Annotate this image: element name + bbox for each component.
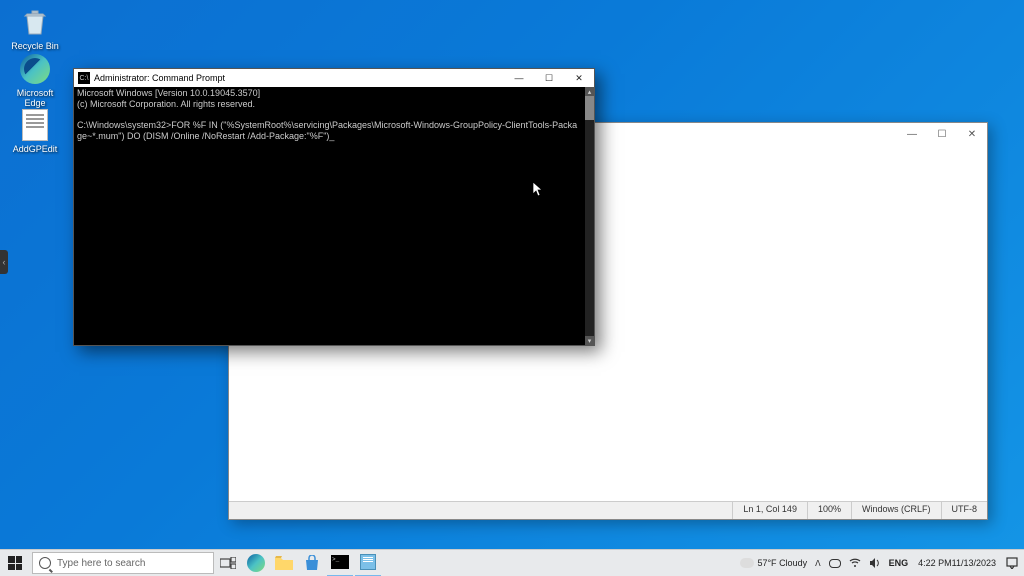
tray-network[interactable] bbox=[845, 550, 865, 576]
desktop-icon-label: Microsoft Edge bbox=[5, 89, 65, 109]
cmd-scrollbar[interactable]: ▴ ▾ bbox=[585, 87, 594, 345]
taskbar-edge[interactable] bbox=[243, 550, 269, 576]
cmd-content-area[interactable]: Microsoft Windows [Version 10.0.19045.35… bbox=[74, 87, 585, 345]
cmd-title: Administrator: Command Prompt bbox=[94, 73, 504, 83]
tray-onedrive[interactable] bbox=[825, 550, 845, 576]
cmd-window[interactable]: C:\ Administrator: Command Prompt — ☐ ✕ … bbox=[73, 68, 595, 346]
wifi-icon bbox=[849, 557, 861, 569]
clock-date: 11/13/2023 bbox=[952, 559, 996, 568]
maximize-button[interactable]: ☐ bbox=[927, 123, 957, 145]
desktop-icon-textfile[interactable]: AddGPEdit bbox=[5, 108, 65, 155]
taskbar-notepad[interactable] bbox=[355, 550, 381, 576]
start-button[interactable] bbox=[0, 550, 30, 576]
cloud-icon bbox=[740, 558, 754, 568]
taskbar-file-explorer[interactable] bbox=[271, 550, 297, 576]
taskbar-cmd[interactable]: >_ bbox=[327, 550, 353, 576]
desktop-icon-edge[interactable]: Microsoft Edge bbox=[5, 52, 65, 109]
weather-widget[interactable]: 57°F Cloudy bbox=[736, 550, 811, 576]
onedrive-icon bbox=[829, 559, 841, 568]
close-button[interactable]: ✕ bbox=[564, 69, 594, 87]
minimize-button[interactable]: — bbox=[897, 123, 927, 145]
scroll-down-button[interactable]: ▾ bbox=[585, 336, 594, 345]
task-view-button[interactable] bbox=[215, 550, 241, 576]
windows-logo-icon bbox=[8, 556, 22, 570]
weather-condition: Cloudy bbox=[779, 558, 807, 568]
cmd-line: (c) Microsoft Corporation. All rights re… bbox=[77, 99, 255, 109]
scroll-up-button[interactable]: ▴ bbox=[585, 87, 594, 96]
status-encoding: UTF-8 bbox=[941, 502, 988, 519]
minimize-button[interactable]: — bbox=[504, 69, 534, 87]
taskbar-search[interactable]: Type here to search bbox=[32, 552, 214, 574]
tray-overflow-button[interactable]: ᐱ bbox=[811, 550, 824, 576]
notepad-statusbar: Ln 1, Col 149 100% Windows (CRLF) UTF-8 bbox=[229, 501, 987, 519]
cmd-icon: >_ bbox=[331, 555, 349, 569]
search-placeholder: Type here to search bbox=[57, 558, 145, 569]
maximize-button[interactable]: ☐ bbox=[534, 69, 564, 87]
cmd-line: C:\Windows\system32>FOR %F IN ("%SystemR… bbox=[77, 120, 577, 141]
cmd-titlebar[interactable]: C:\ Administrator: Command Prompt — ☐ ✕ bbox=[74, 69, 594, 87]
edge-icon bbox=[18, 52, 52, 86]
status-cursor-pos: Ln 1, Col 149 bbox=[732, 502, 807, 519]
tray-volume[interactable] bbox=[865, 550, 885, 576]
desktop-icon-recycle-bin[interactable]: Recycle Bin bbox=[5, 5, 65, 52]
desktop-icon-label: Recycle Bin bbox=[5, 42, 65, 52]
status-line-ending: Windows (CRLF) bbox=[851, 502, 941, 519]
taskbar: Type here to search >_ 57°F Cloudy ᐱ ENG… bbox=[0, 549, 1024, 576]
clock-time: 4:22 PM bbox=[918, 559, 952, 568]
scroll-thumb[interactable] bbox=[585, 96, 594, 120]
tray-notifications[interactable] bbox=[1002, 550, 1022, 576]
tray-language[interactable]: ENG bbox=[885, 550, 913, 576]
taskbar-store[interactable] bbox=[299, 550, 325, 576]
side-panel-tab[interactable]: ‹ bbox=[0, 250, 8, 274]
notification-icon bbox=[1006, 557, 1018, 569]
search-icon bbox=[39, 557, 51, 569]
tray-clock[interactable]: 4:22 PM 11/13/2023 bbox=[912, 550, 1002, 576]
speaker-icon bbox=[869, 557, 881, 569]
weather-temp: 57°F bbox=[757, 558, 776, 568]
textfile-icon bbox=[18, 108, 52, 142]
system-tray: 57°F Cloudy ᐱ ENG 4:22 PM 11/13/2023 bbox=[736, 550, 1024, 576]
status-zoom: 100% bbox=[807, 502, 851, 519]
notepad-icon bbox=[360, 554, 376, 570]
recycle-bin-icon bbox=[18, 5, 52, 39]
desktop-icon-label: AddGPEdit bbox=[5, 145, 65, 155]
cmd-icon: C:\ bbox=[78, 72, 90, 84]
edge-icon bbox=[247, 554, 265, 572]
close-button[interactable]: ✕ bbox=[957, 123, 987, 145]
cmd-line: Microsoft Windows [Version 10.0.19045.35… bbox=[77, 88, 260, 98]
